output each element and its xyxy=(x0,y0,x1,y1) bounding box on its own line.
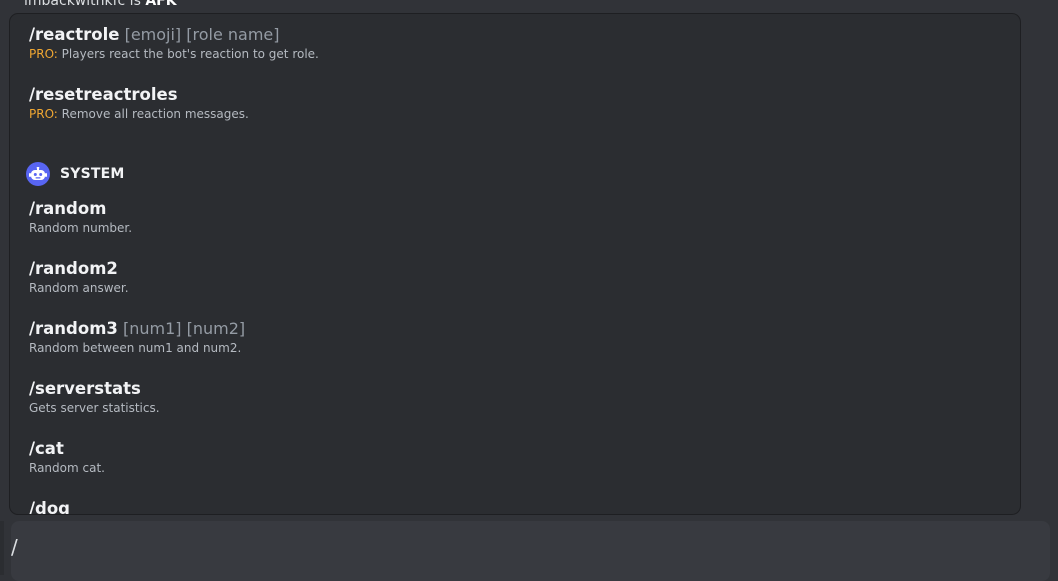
command-name: /random2 xyxy=(29,259,118,278)
command-description: Random cat. xyxy=(29,461,105,475)
command-name: /reactrole xyxy=(29,25,120,44)
discord-bot-icon xyxy=(26,162,50,186)
status-username: imbackwithkfc xyxy=(24,0,126,9)
command-option-reactrole[interactable]: /reactrole [emoji] [role name] PRO: Play… xyxy=(29,24,319,62)
command-args: [num1] [num2] xyxy=(117,319,246,338)
command-option-cat[interactable]: /cat Random cat. xyxy=(29,438,105,476)
command-option-dog[interactable]: /dog xyxy=(29,498,70,515)
command-name: /random xyxy=(29,199,107,218)
command-option-serverstats[interactable]: /serverstats Gets server statistics. xyxy=(29,378,160,416)
message-composer[interactable]: / xyxy=(11,521,1050,581)
pro-badge: PRO: xyxy=(29,47,58,61)
command-name: /cat xyxy=(29,439,64,458)
command-option-random3[interactable]: /random3 [num1] [num2] Random between nu… xyxy=(29,318,245,356)
section-header-system: SYSTEM xyxy=(26,162,125,186)
command-args: [emoji] [role name] xyxy=(119,25,280,44)
command-option-random[interactable]: /random Random number. xyxy=(29,198,132,236)
command-name: /random3 xyxy=(29,319,118,338)
section-title: SYSTEM xyxy=(60,166,125,182)
status-verb: is xyxy=(125,0,146,9)
command-name: /resetreactroles xyxy=(29,85,178,104)
command-option-random2[interactable]: /random2 Random answer. xyxy=(29,258,129,296)
command-option-resetreactroles[interactable]: /resetreactroles PRO: Remove all reactio… xyxy=(29,84,249,122)
message-input-value[interactable]: / xyxy=(11,535,18,559)
command-name: /dog xyxy=(29,499,70,515)
sidebar-edge xyxy=(0,521,4,575)
command-name: /serverstats xyxy=(29,379,141,398)
command-description: Gets server statistics. xyxy=(29,401,160,415)
command-description: Random answer. xyxy=(29,281,129,295)
command-description: Remove all reaction messages. xyxy=(57,107,249,121)
pro-badge: PRO: xyxy=(29,107,58,121)
slash-command-autocomplete: /reactrole [emoji] [role name] PRO: Play… xyxy=(9,13,1021,515)
command-description: Random between num1 and num2. xyxy=(29,341,242,355)
afk-status-line: imbackwithkfc is AFK xyxy=(24,0,177,9)
command-description: Players react the bot's reaction to get … xyxy=(57,47,319,61)
status-state: AFK xyxy=(145,0,177,9)
command-description: Random number. xyxy=(29,221,133,235)
